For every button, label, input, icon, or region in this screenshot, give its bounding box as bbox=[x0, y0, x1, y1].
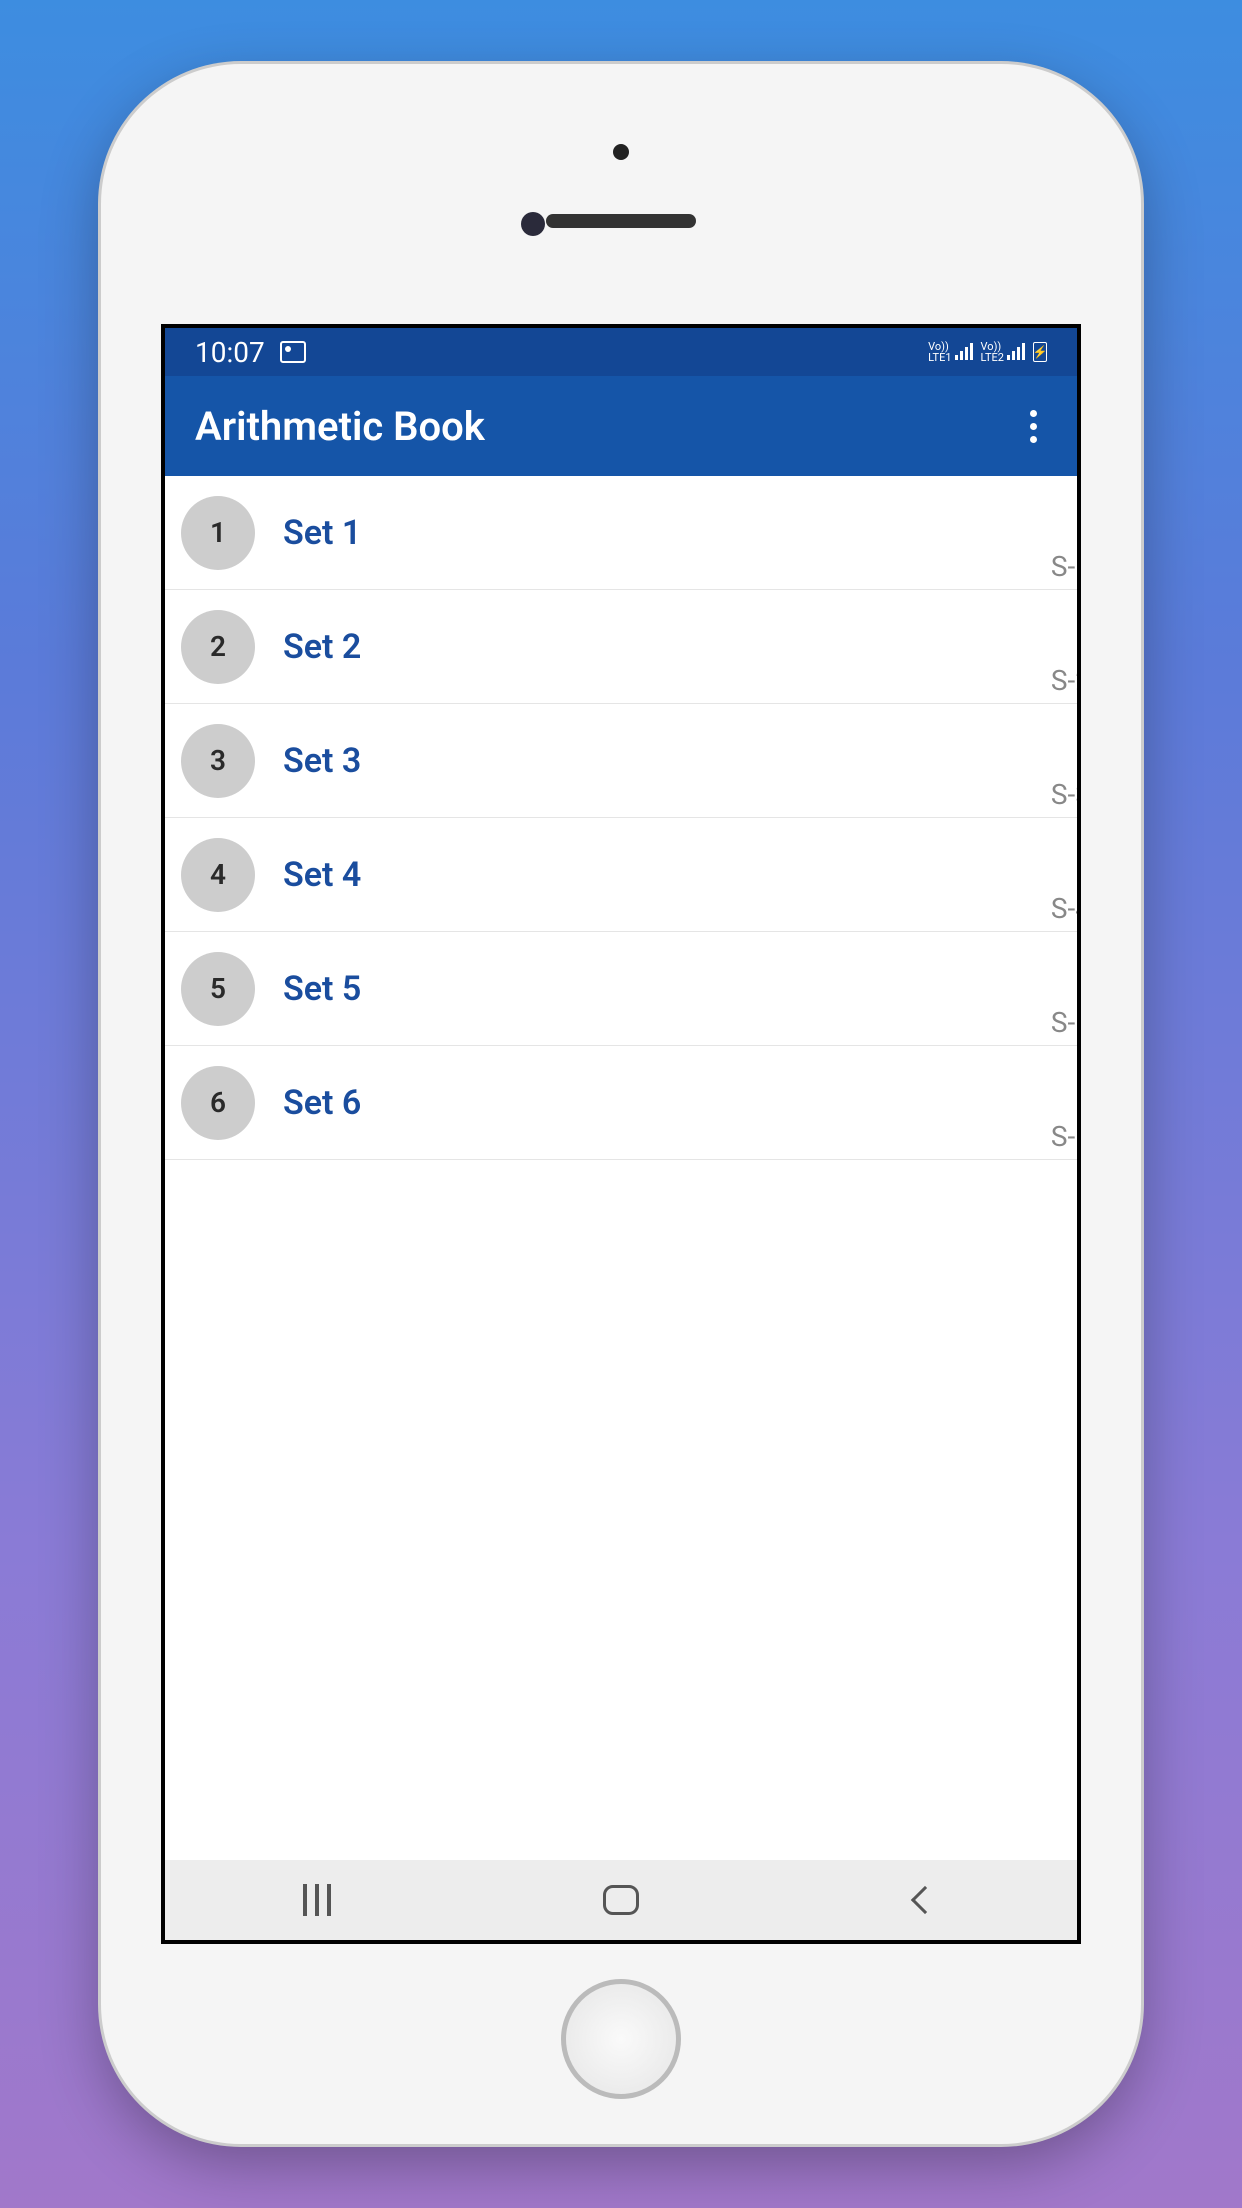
sim2-signal: Vo)) LTE2 bbox=[981, 341, 1025, 363]
item-code: S-2 bbox=[1051, 664, 1077, 697]
screenshot-icon bbox=[280, 341, 306, 363]
list-item[interactable]: 4 Set 4 S-4 bbox=[165, 818, 1077, 932]
item-number-badge: 3 bbox=[181, 724, 255, 798]
list-item[interactable]: 2 Set 2 S-2 bbox=[165, 590, 1077, 704]
item-title: Set 2 bbox=[283, 627, 361, 667]
sim2-label: Vo)) LTE2 bbox=[981, 341, 1004, 363]
item-title: Set 4 bbox=[283, 855, 361, 895]
phone-top-bezel bbox=[101, 64, 1141, 324]
earpiece-speaker bbox=[546, 214, 696, 228]
item-code: S-1 bbox=[1051, 550, 1077, 583]
phone-bottom-bezel bbox=[101, 1944, 1141, 2144]
recents-icon bbox=[303, 1884, 331, 1916]
page-title: Arithmetic Book bbox=[195, 403, 485, 450]
item-number-badge: 5 bbox=[181, 952, 255, 1026]
list-item[interactable]: 1 Set 1 S-1 bbox=[165, 476, 1077, 590]
battery-charging-icon bbox=[1033, 342, 1047, 362]
phone-frame: 10:07 Vo)) LTE1 Vo)) LTE2 Arithmetic Boo… bbox=[101, 64, 1141, 2144]
status-time: 10:07 bbox=[195, 336, 265, 369]
status-bar: 10:07 Vo)) LTE1 Vo)) LTE2 bbox=[165, 328, 1077, 376]
front-camera bbox=[521, 212, 545, 236]
item-code: S-3 bbox=[1051, 778, 1077, 811]
item-title: Set 1 bbox=[283, 513, 361, 553]
content-list[interactable]: 1 Set 1 S-1 2 Set 2 S-2 3 Set 3 S-3 4 Se… bbox=[165, 476, 1077, 1860]
recents-button[interactable] bbox=[217, 1870, 417, 1930]
item-code: S-5 bbox=[1051, 1006, 1077, 1039]
sensor-dot bbox=[613, 144, 629, 160]
signal-bars-icon bbox=[1007, 344, 1025, 360]
list-item[interactable]: 5 Set 5 S-5 bbox=[165, 932, 1077, 1046]
back-icon bbox=[911, 1886, 939, 1914]
status-right: Vo)) LTE1 Vo)) LTE2 bbox=[928, 341, 1047, 363]
system-nav-bar bbox=[165, 1860, 1077, 1940]
home-icon bbox=[603, 1885, 639, 1915]
phone-screen: 10:07 Vo)) LTE1 Vo)) LTE2 Arithmetic Boo… bbox=[161, 324, 1081, 1944]
signal-bars-icon bbox=[955, 344, 973, 360]
item-title: Set 6 bbox=[283, 1083, 361, 1123]
item-number-badge: 2 bbox=[181, 610, 255, 684]
item-code: S-4 bbox=[1051, 892, 1077, 925]
home-button[interactable] bbox=[521, 1870, 721, 1930]
status-left: 10:07 bbox=[195, 336, 306, 369]
sim1-signal: Vo)) LTE1 bbox=[928, 341, 972, 363]
list-item[interactable]: 6 Set 6 S-6 bbox=[165, 1046, 1077, 1160]
item-title: Set 3 bbox=[283, 741, 361, 781]
physical-home-button[interactable] bbox=[561, 1979, 681, 2099]
item-code: S-6 bbox=[1051, 1120, 1077, 1153]
sim1-label: Vo)) LTE1 bbox=[928, 341, 951, 363]
more-menu-button[interactable] bbox=[1020, 400, 1047, 453]
item-title: Set 5 bbox=[283, 969, 361, 1009]
item-number-badge: 1 bbox=[181, 496, 255, 570]
item-number-badge: 4 bbox=[181, 838, 255, 912]
more-vert-icon bbox=[1030, 410, 1037, 417]
item-number-badge: 6 bbox=[181, 1066, 255, 1140]
app-bar: Arithmetic Book bbox=[165, 376, 1077, 476]
list-item[interactable]: 3 Set 3 S-3 bbox=[165, 704, 1077, 818]
back-button[interactable] bbox=[825, 1870, 1025, 1930]
